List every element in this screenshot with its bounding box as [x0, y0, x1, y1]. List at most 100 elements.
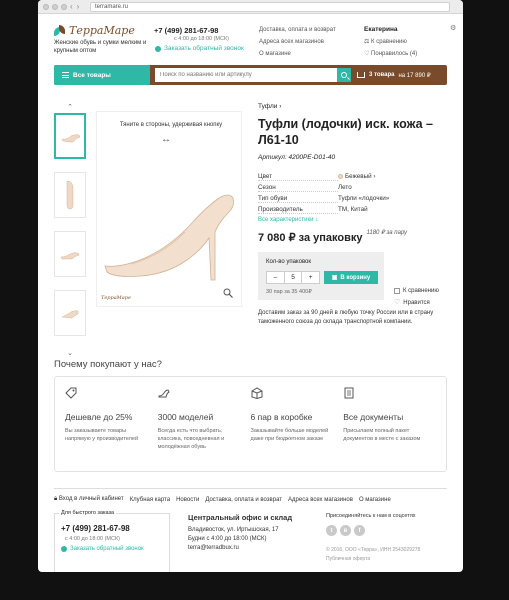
- callback-link[interactable]: Заказать обратный звонок: [155, 45, 244, 52]
- watermark-logo: ТерраМаре: [101, 295, 131, 301]
- footer-phone[interactable]: +7 (499) 281-67-98: [61, 524, 130, 533]
- footer-link[interactable]: Доставка, оплата и возврат: [205, 497, 282, 503]
- thumbnail[interactable]: [54, 172, 86, 218]
- price: 7 080 ₽ за упаковку: [258, 232, 363, 244]
- box-icon: [251, 387, 262, 400]
- office-email[interactable]: terra@terradbux.ru: [188, 544, 292, 553]
- like-button[interactable]: ♡ Нравится: [394, 297, 439, 309]
- product-image: [104, 194, 234, 281]
- back-icon[interactable]: ‹: [70, 2, 73, 11]
- price-per-pair: 1180 ₽ за пару: [366, 230, 408, 236]
- footer-link[interactable]: Адреса всех магазинов: [288, 497, 353, 503]
- search-icon: [341, 72, 347, 78]
- all-goods-button[interactable]: Все товары: [54, 65, 150, 85]
- all-specs-link[interactable]: Все характеристики ↓: [258, 217, 448, 223]
- twitter-icon[interactable]: t: [326, 525, 337, 536]
- drag-hint: Тяните в стороны, удерживая кнопку: [119, 122, 223, 128]
- forward-icon[interactable]: ›: [77, 2, 80, 11]
- why-title: Почему покупают у нас?: [54, 359, 162, 370]
- thumbnail-strip: ⌃ ⌄: [54, 103, 86, 359]
- compare-link[interactable]: ⚖ К сравнению: [364, 36, 417, 48]
- footer-link[interactable]: О магазине: [359, 497, 391, 503]
- quick-order-label: Для быстрого заказа: [59, 510, 117, 516]
- spec-row: Сезон Лето: [258, 183, 352, 192]
- color-swatch: [338, 174, 343, 179]
- benefit-item: 3000 моделей Всегда есть что выбрать: кл…: [158, 387, 251, 461]
- footer-link[interactable]: Новости: [176, 497, 199, 503]
- address-bar[interactable]: terramare.ru: [90, 2, 450, 12]
- thumbs-down-icon[interactable]: ⌄: [54, 349, 86, 359]
- heart-icon: ♡: [394, 299, 401, 306]
- product-title: Туфли (лодочки) иск. кожа – Л61-10: [258, 117, 433, 147]
- office-address: Владивосток, ул. Иртышская, 17: [188, 527, 279, 533]
- breadcrumb[interactable]: Туфли ›: [258, 103, 448, 110]
- thumbnail[interactable]: [54, 113, 86, 159]
- offer-link[interactable]: Публичная оферта: [326, 555, 420, 564]
- spec-table: Цвет Бежевый › Сезон Лето Тип обуви Туфли «…: [258, 171, 448, 215]
- user-name[interactable]: Екатерина: [364, 24, 417, 36]
- header-phone[interactable]: +7 (499) 281-67-98: [154, 26, 218, 35]
- benefits-box: Дешевле до 25% Вы заказываете товары нап…: [54, 376, 447, 472]
- vk-icon[interactable]: в: [340, 525, 351, 536]
- minus-button[interactable]: –: [267, 272, 284, 283]
- compare-button[interactable]: К сравнению: [394, 285, 439, 297]
- menu-icon: [62, 72, 69, 78]
- search-input[interactable]: [155, 68, 337, 82]
- facebook-icon[interactable]: f: [354, 525, 365, 536]
- site-header: ТерраМаре Женские обувь и сумки мелким и…: [54, 14, 456, 64]
- article-number: Артикул: 4200PE-D01-40: [258, 154, 336, 161]
- cart-summary[interactable]: 3 товара на 17 890 ₽: [357, 65, 431, 85]
- quick-order-box: Для быстрого заказа +7 (499) 281-67-98 с…: [54, 510, 170, 572]
- add-to-cart-button[interactable]: ▣ В корзину: [324, 271, 378, 284]
- search-button[interactable]: [337, 68, 351, 82]
- social-block: Присоединяйтесь к нам в соцсетях t в f ©…: [326, 513, 420, 564]
- thumbnail[interactable]: [54, 231, 86, 277]
- logo-text: ТерраМаре: [69, 24, 135, 37]
- thumbs-up-icon[interactable]: ⌃: [54, 103, 86, 113]
- office-hours: Будни с 4:00 до 18:00 (МСК): [188, 536, 267, 542]
- shoe-icon: [158, 389, 170, 398]
- office-info: Центральный офис и склад Владивосток, ул…: [188, 513, 292, 553]
- cart-icon: ▣: [331, 275, 338, 281]
- quantity-stepper: – 5 +: [266, 271, 320, 284]
- footer: Для быстрого заказа +7 (499) 281-67-98 с…: [54, 510, 447, 572]
- compare-icon: [394, 288, 400, 294]
- plus-button[interactable]: +: [302, 272, 319, 283]
- liked-link[interactable]: ♡ Понравилось (4): [364, 48, 417, 60]
- thumbnail[interactable]: [54, 290, 86, 336]
- phone-icon: [61, 546, 67, 552]
- logo[interactable]: ТерраМаре: [54, 24, 135, 37]
- quantity-input[interactable]: 5: [283, 272, 303, 283]
- window-controls[interactable]: [43, 4, 67, 10]
- callback-label: Заказать обратный звонок: [164, 45, 244, 52]
- compare-icon: ⚖: [364, 39, 372, 45]
- header-links: Доставка, оплата и возврат Адреса всех м…: [259, 24, 336, 60]
- social-icons: t в f: [326, 525, 420, 536]
- login-link[interactable]: 🔒︎ Вход в личный кабинет: [54, 496, 124, 503]
- link-about[interactable]: О магазине: [259, 48, 336, 60]
- spec-row: Тип обуви Туфли «лодочки»: [258, 194, 390, 203]
- footer-link[interactable]: Клубная карта: [130, 497, 170, 503]
- tagline: Женские обувь и сумки мелким и крупным о…: [54, 40, 147, 54]
- product-image-viewer[interactable]: Тяните в стороны, удерживая кнопку ↔ Тер…: [96, 111, 242, 307]
- footer-links: 🔒︎ Вход в личный кабинет Клубная карта Н…: [54, 488, 447, 503]
- link-stores[interactable]: Адреса всех магазинов: [259, 36, 336, 48]
- gear-icon[interactable]: ⚙: [450, 24, 456, 32]
- page: ТерраМаре Женские обувь и сумки мелким и…: [38, 14, 463, 572]
- buy-box: Кол-во упаковок – 5 + ▣ В корзину 30 пар …: [258, 252, 384, 300]
- link-delivery[interactable]: Доставка, оплата и возврат: [259, 24, 336, 36]
- drag-arrow-icon: ↔: [161, 134, 171, 145]
- qty-label: Кол-во упаковок: [266, 259, 312, 265]
- footer-callback-link[interactable]: Заказать обратный звонок: [61, 546, 144, 552]
- footer-hours: с 4:00 до 18:00 (МСК): [65, 536, 121, 542]
- document-icon: [344, 387, 354, 399]
- benefit-item: Дешевле до 25% Вы заказываете товары нап…: [65, 387, 158, 461]
- delivery-note: Доставим заказ за 90 дней в любую точку …: [258, 310, 434, 325]
- browser-toolbar: ‹ › terramare.ru: [38, 0, 463, 14]
- nav-arrows[interactable]: ‹ ›: [70, 2, 79, 11]
- heart-icon: ♡: [364, 51, 372, 57]
- copyright: © 2016, ООО «Терра», ИНН 2543029278 Публ…: [326, 547, 421, 564]
- search-bar: Все товары 3 товарана 17 890 ₽: [54, 65, 447, 85]
- zoom-icon[interactable]: [223, 288, 233, 298]
- social-title: Присоединяйтесь к нам в соцсетях: [326, 513, 416, 519]
